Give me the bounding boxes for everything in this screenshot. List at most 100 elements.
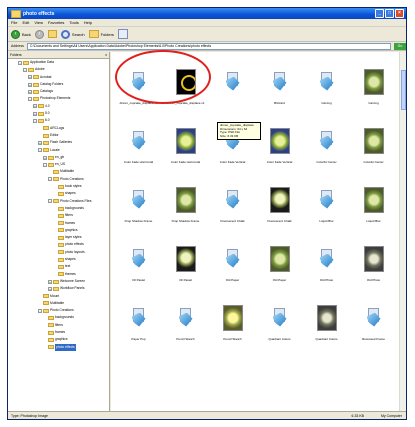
tree-item[interactable]: Multitable (8, 168, 109, 175)
tree-item[interactable]: + Workflow Panels (8, 285, 109, 292)
tree-item[interactable]: filters (8, 322, 109, 329)
file-item[interactable]: Carving (303, 54, 350, 113)
tree-item[interactable]: photo layouts (8, 249, 109, 256)
tree-item[interactable]: - Locale (8, 147, 109, 154)
tree-item[interactable]: filters (8, 212, 109, 219)
menu-help[interactable]: Help (84, 20, 92, 25)
tree-item[interactable]: frames (8, 329, 109, 336)
tree-item[interactable]: shapes (8, 190, 109, 197)
tree-item[interactable]: Mount (8, 293, 109, 300)
tree-item[interactable]: +5.0 (8, 110, 109, 117)
maximize-button[interactable]: □ (385, 9, 394, 18)
expand-icon[interactable]: + (33, 104, 37, 109)
tree-item[interactable]: + Catalogs (8, 88, 109, 95)
file-item[interactable]: Fluorescent Chalk (256, 172, 303, 231)
file-item[interactable]: Drop Shadow Frame (162, 172, 209, 231)
file-item[interactable]: Quadrant Colors (303, 290, 350, 349)
tree-item[interactable]: + Acrobat (8, 74, 109, 81)
tree-item[interactable]: layer styles (8, 234, 109, 241)
back-button[interactable]: ‹ Back (11, 29, 31, 39)
file-item[interactable]: Oil Pastel (162, 231, 209, 290)
collapse-icon[interactable]: - (18, 60, 22, 65)
tree-item[interactable]: backgrounds (8, 205, 109, 212)
collapse-icon[interactable]: - (43, 162, 47, 167)
close-pane-button[interactable]: x (105, 52, 107, 59)
file-item[interactable]: Blizzard (256, 54, 303, 113)
file-item[interactable]: Colorful Center (350, 113, 397, 172)
tree-item[interactable]: - Application Data (8, 59, 109, 66)
scroll-thumb[interactable] (401, 70, 406, 110)
tree-item[interactable]: - Photo Creations (8, 176, 109, 183)
tree-item[interactable]: graphics (8, 336, 109, 343)
expand-icon[interactable]: + (48, 286, 52, 291)
tree-item[interactable]: - 6.0 (8, 117, 109, 124)
folders-button[interactable]: Folders (88, 30, 114, 38)
file-item[interactable]: Liquid Blur (350, 172, 397, 231)
file-item[interactable]: Color Fade Horizontal (162, 113, 209, 172)
file-item[interactable]: Old Paper (209, 231, 256, 290)
collapse-icon[interactable]: - (48, 199, 52, 204)
tree-item[interactable]: + Welcome Screen (8, 278, 109, 285)
tree-item[interactable]: book styles (8, 183, 109, 190)
expand-icon[interactable]: + (28, 82, 32, 87)
file-item[interactable]: Pencil Sketch (162, 290, 209, 349)
address-input[interactable]: C:\Documents and Settings\All Users\Appl… (26, 42, 391, 50)
collapse-icon[interactable]: - (33, 119, 37, 124)
tree-item[interactable]: + Catalog Folders (8, 81, 109, 88)
tree-item[interactable]: - Photo Creations (8, 307, 109, 314)
expand-icon[interactable]: + (48, 279, 52, 284)
tree-item[interactable]: frames (8, 220, 109, 227)
tree-item[interactable]: photo effects (8, 343, 109, 351)
go-button[interactable]: Go (394, 42, 406, 50)
file-item[interactable] (209, 54, 256, 113)
file-item[interactable]: Oil Pastel (115, 231, 162, 290)
expand-icon[interactable]: + (28, 75, 32, 80)
tree-item[interactable]: backgrounds (8, 314, 109, 321)
expand-icon[interactable]: + (43, 155, 47, 160)
tree-item[interactable]: photo effects (8, 241, 109, 248)
collapse-icon[interactable]: - (38, 308, 42, 313)
tree-item[interactable]: +4.0 (8, 103, 109, 110)
up-folder-button[interactable] (47, 30, 57, 38)
expand-icon[interactable]: + (28, 89, 32, 94)
menu-tools[interactable]: Tools (69, 20, 78, 25)
views-button[interactable] (117, 29, 128, 39)
file-item[interactable]: Paper Pop (115, 290, 162, 349)
tree-item[interactable]: - Adobe (8, 66, 109, 73)
forward-button[interactable]: › (34, 29, 44, 39)
collapse-icon[interactable]: - (23, 67, 27, 72)
tree-item[interactable]: - Photo Creations Files (8, 198, 109, 205)
minimize-button[interactable]: _ (375, 9, 384, 18)
file-item[interactable]: Liquid Blur (303, 172, 350, 231)
menu-file[interactable]: File (11, 20, 17, 25)
expand-icon[interactable]: + (38, 140, 42, 145)
file-item[interactable]: Pencil Sketch (209, 290, 256, 349)
file-item[interactable]: Fluorescent Chalk (209, 172, 256, 231)
tree-item[interactable]: graphics (8, 227, 109, 234)
file-item[interactable]: Carving (350, 54, 397, 113)
close-button[interactable]: × (395, 9, 404, 18)
tree-item[interactable]: + Flash Galleries (8, 139, 109, 146)
tree-item[interactable]: text (8, 263, 109, 270)
tree-item[interactable]: shapes (8, 256, 109, 263)
tree-item[interactable]: Editor (8, 132, 109, 139)
vertical-scrollbar[interactable] (399, 52, 406, 411)
menu-favorites[interactable]: Favorites (48, 20, 64, 25)
collapse-icon[interactable]: - (48, 177, 52, 182)
file-item[interactable]: Quadrant Colors (256, 290, 303, 349)
tree-item[interactable]: - en_US (8, 161, 109, 168)
file-item[interactable]: Colorful Center (303, 113, 350, 172)
tree-item[interactable]: Multitable (8, 300, 109, 307)
tree-item[interactable]: ARCLogs (8, 125, 109, 132)
tree-item[interactable]: - Photoshop Elements (8, 95, 109, 102)
tree-item[interactable]: + en_gb (8, 154, 109, 161)
file-item[interactable]: Old Photo (350, 231, 397, 290)
file-item[interactable]: Color Fade Horizontal (115, 113, 162, 172)
menu-edit[interactable]: Edit (22, 20, 29, 25)
expand-icon[interactable]: + (33, 111, 37, 116)
file-item[interactable]: Old Paper (256, 231, 303, 290)
search-button[interactable]: Search (60, 29, 85, 39)
tree-item[interactable]: themes (8, 271, 109, 278)
collapse-icon[interactable]: - (38, 148, 42, 153)
file-item[interactable]: Old Photo (303, 231, 350, 290)
